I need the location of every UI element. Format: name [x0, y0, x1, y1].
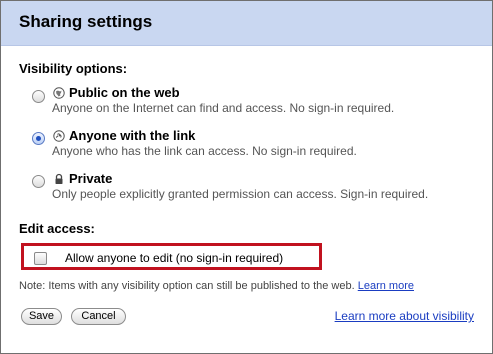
save-button[interactable]: Save — [21, 308, 62, 325]
allow-edit-checkbox[interactable] — [34, 252, 47, 265]
sharing-settings-dialog: Sharing settings Visibility options: Pub… — [0, 0, 493, 354]
option-title-public: Public on the web — [69, 85, 180, 100]
option-title-link: Anyone with the link — [69, 128, 196, 143]
learn-more-link[interactable]: Learn more — [358, 280, 414, 292]
dialog-title: Sharing settings — [19, 12, 153, 31]
cancel-button[interactable]: Cancel — [71, 308, 126, 325]
edit-access-label: Edit access: — [19, 221, 95, 236]
globe-icon — [53, 87, 65, 99]
learn-more-about-visibility-link[interactable]: Learn more about visibility — [335, 309, 474, 323]
option-title-private: Private — [69, 171, 113, 186]
option-description-private: Only people explicitly granted permissio… — [52, 187, 429, 201]
publish-note: Note: Items with any visibility option c… — [19, 280, 414, 292]
title-bar: Sharing settings — [1, 1, 492, 46]
option-description-public: Anyone on the Internet can find and acce… — [52, 101, 395, 115]
radio-private[interactable] — [32, 175, 45, 188]
publish-note-text: Note: Items with any visibility option c… — [19, 280, 355, 292]
allow-edit-label[interactable]: Allow anyone to edit (no sign-in require… — [65, 251, 283, 265]
link-icon — [53, 130, 65, 142]
radio-link[interactable] — [32, 132, 45, 145]
edit-access-highlight: Allow anyone to edit (no sign-in require… — [21, 243, 322, 270]
option-description-link: Anyone who has the link can access. No s… — [52, 144, 357, 158]
lock-icon — [55, 173, 63, 184]
radio-public[interactable] — [32, 90, 45, 103]
visibility-options-label: Visibility options: — [19, 61, 128, 76]
